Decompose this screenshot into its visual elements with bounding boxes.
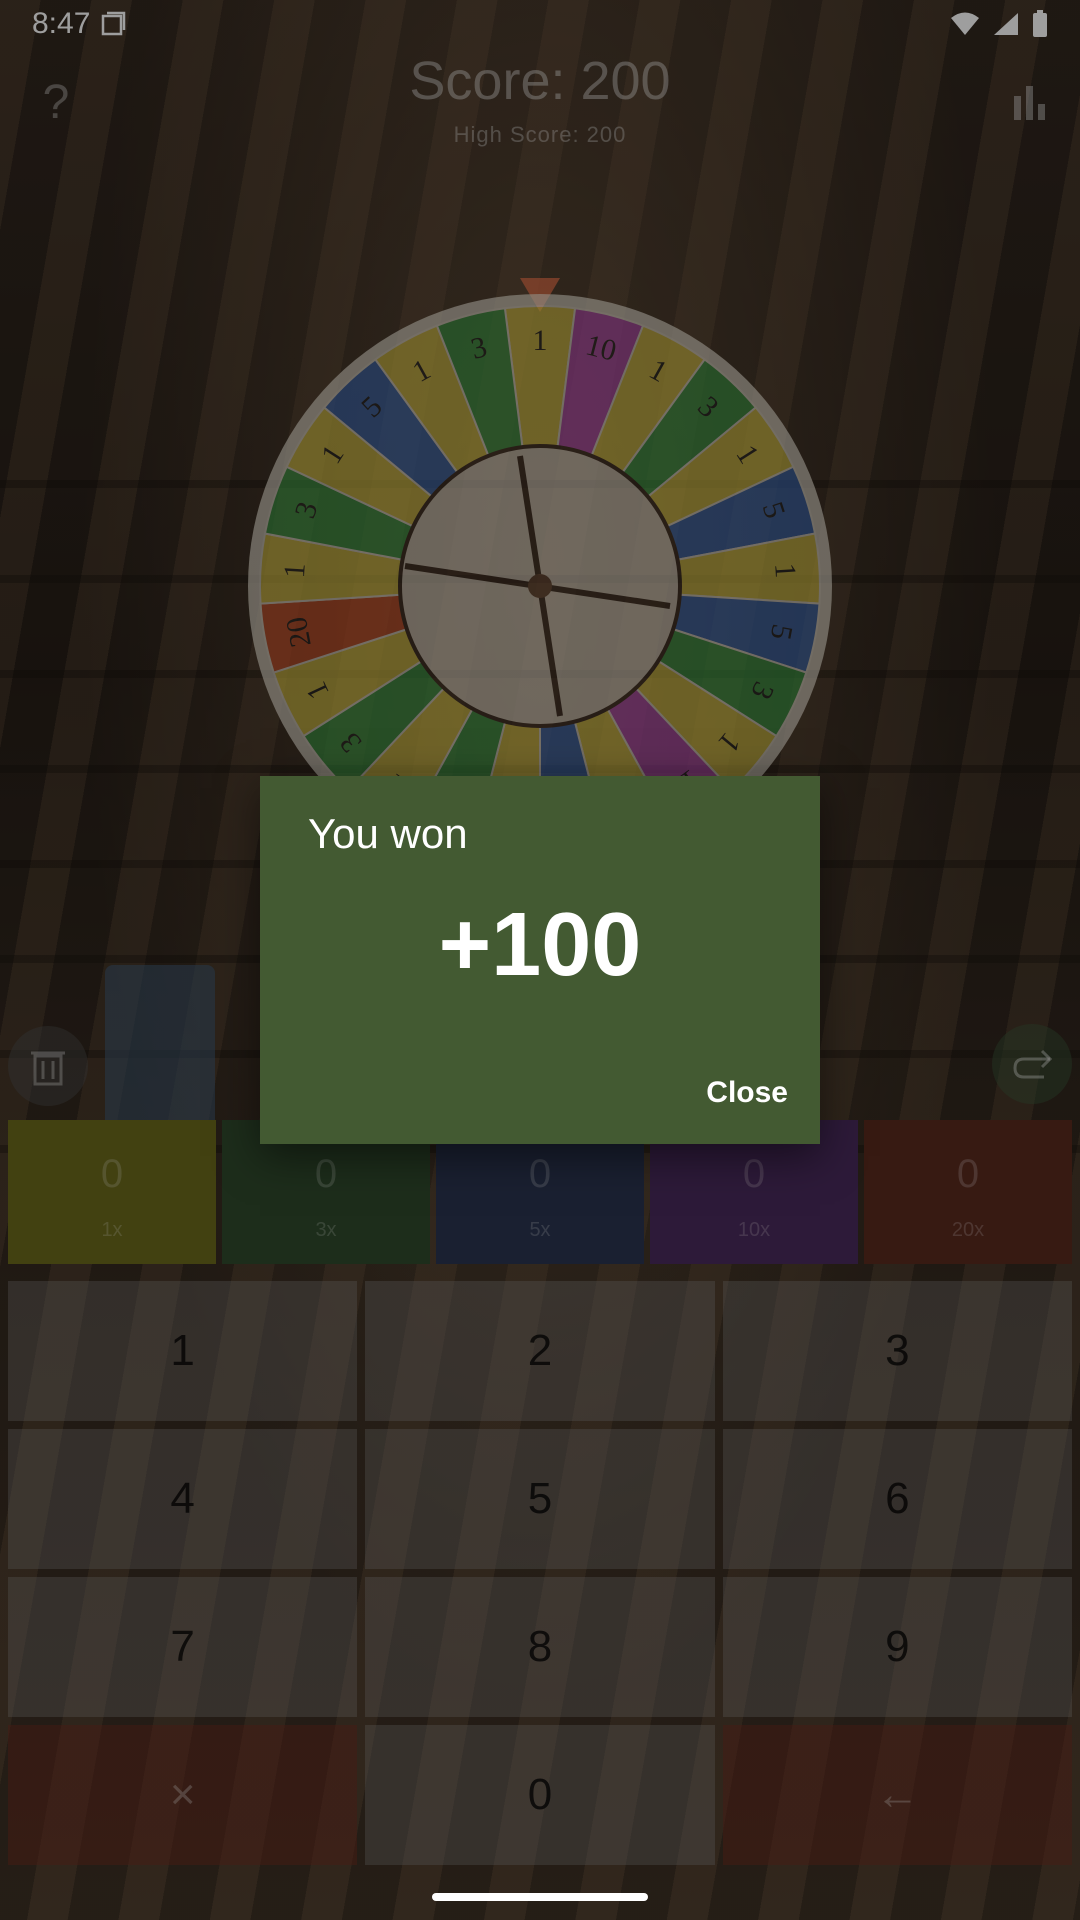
dialog-title: You won (308, 810, 468, 857)
win-amount: +100 (438, 895, 642, 995)
close-button[interactable]: Close (706, 1076, 788, 1110)
win-dialog: You won +100 Close (260, 776, 820, 1144)
home-indicator[interactable] (432, 1893, 648, 1901)
